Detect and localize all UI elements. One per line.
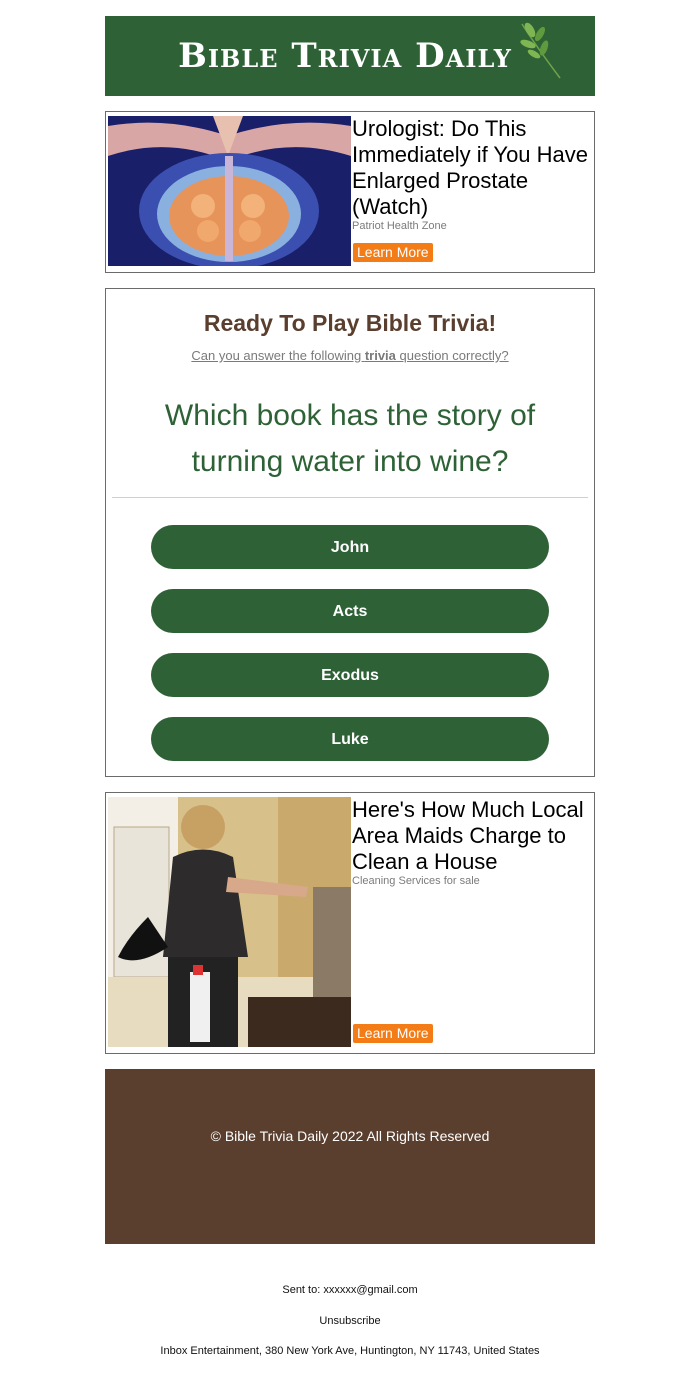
logo[interactable]: Bible Trivia Daily	[178, 22, 561, 79]
answer-button-exodus[interactable]: Exodus	[151, 653, 549, 697]
ad-card-prostate[interactable]: Urologist: Do This Immediately if You Ha…	[105, 111, 595, 273]
footer: © Bible Trivia Daily 2022 All Rights Res…	[105, 1069, 595, 1244]
divider	[112, 497, 588, 498]
trivia-question: Which book has the story of turning wate…	[164, 399, 536, 478]
company-address: Inbox Entertainment, 380 New York Ave, H…	[160, 1345, 540, 1357]
answer-button-john[interactable]: John	[151, 525, 549, 569]
ad-title[interactable]: Urologist: Do This Immediately if You Ha…	[352, 116, 590, 220]
ad-text-block: Urologist: Do This Immediately if You Ha…	[352, 116, 590, 233]
quiz-subtitle[interactable]: Can you answer the following trivia ques…	[106, 348, 594, 363]
unsubscribe-link[interactable]: Unsubscribe	[0, 1315, 700, 1327]
sub-prefix: Can you answer the following	[191, 348, 365, 363]
maid-cleaning-ad-image[interactable]	[108, 797, 351, 1047]
prostate-ad-image[interactable]	[108, 116, 351, 266]
olive-branch-icon	[520, 22, 561, 79]
logo-text: Bible Trivia Daily	[178, 36, 512, 76]
learn-more-button[interactable]: Learn More	[353, 1024, 433, 1043]
ad-source: Patriot Health Zone	[352, 220, 447, 232]
learn-more-button[interactable]: Learn More	[353, 243, 433, 262]
quiz-heading: Ready To Play Bible Trivia!	[203, 310, 497, 336]
answer-button-acts[interactable]: Acts	[151, 589, 549, 633]
sub-bold: trivia	[364, 348, 396, 363]
copyright-text: © Bible Trivia Daily 2022 All Rights Res…	[210, 1128, 490, 1144]
sent-to-text: Sent to: xxxxxx@gmail.com	[282, 1284, 418, 1296]
ad-text-block: Here's How Much Local Area Maids Charge …	[352, 797, 590, 888]
ad-title[interactable]: Here's How Much Local Area Maids Charge …	[352, 797, 590, 875]
ad-card-maids[interactable]: Here's How Much Local Area Maids Charge …	[105, 792, 595, 1054]
answer-button-luke[interactable]: Luke	[151, 717, 549, 761]
header-banner: Bible Trivia Daily	[105, 16, 595, 96]
trivia-card: Ready To Play Bible Trivia! Can you answ…	[105, 288, 595, 777]
sub-suffix: question correctly?	[395, 348, 509, 363]
ad-source: Cleaning Services for sale	[352, 875, 480, 887]
